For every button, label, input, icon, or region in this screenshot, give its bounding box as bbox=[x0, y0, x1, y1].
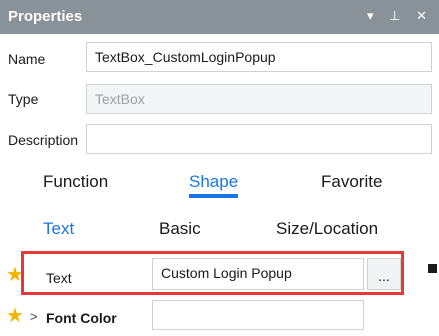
panel-controls-icons[interactable]: ▾ ⊥ ✕ bbox=[367, 8, 433, 23]
highlight-box bbox=[21, 251, 404, 295]
tab-size-location-label: Size/Location bbox=[276, 219, 379, 238]
expand-chevron-icon[interactable]: > bbox=[30, 309, 38, 324]
tab-function[interactable]: Function bbox=[43, 172, 108, 192]
font-color-label: Font Color bbox=[46, 310, 117, 326]
tab-favorite[interactable]: Favorite bbox=[321, 172, 382, 192]
tab-basic-label: Basic bbox=[159, 219, 201, 238]
properties-titlebar: Properties ▾ ⊥ ✕ bbox=[0, 0, 439, 34]
tab-shape-label: Shape bbox=[189, 172, 239, 191]
secondary-tabs: Text Basic Size/Location bbox=[0, 219, 439, 249]
favorite-star-icon-2[interactable]: ★ bbox=[6, 303, 24, 328]
tab-basic[interactable]: Basic bbox=[159, 219, 201, 239]
tab-text[interactable]: Text bbox=[43, 219, 74, 239]
tab-shape[interactable]: Shape bbox=[189, 172, 239, 198]
name-field[interactable]: TextBox_CustomLoginPopup bbox=[86, 42, 432, 72]
primary-tabs: Function Shape Favorite bbox=[0, 172, 439, 204]
tab-favorite-label: Favorite bbox=[321, 172, 383, 191]
panel-controls[interactable]: ▾ ⊥ ✕ bbox=[367, 8, 433, 24]
name-label: Name bbox=[8, 51, 46, 67]
type-label: Type bbox=[8, 91, 39, 107]
name-value: TextBox_CustomLoginPopup bbox=[95, 49, 276, 65]
tab-size-location[interactable]: Size/Location bbox=[276, 219, 378, 239]
description-field[interactable] bbox=[86, 124, 432, 154]
tab-text-label: Text bbox=[43, 219, 75, 238]
description-label: Description bbox=[8, 132, 79, 148]
panel-title: Properties bbox=[8, 8, 83, 25]
tab-shape-underline bbox=[189, 194, 239, 198]
tab-function-label: Function bbox=[43, 172, 109, 191]
type-value: TextBox bbox=[95, 91, 145, 107]
font-color-input[interactable] bbox=[152, 300, 364, 330]
type-field: TextBox bbox=[86, 84, 432, 114]
side-marker-icon bbox=[428, 264, 437, 273]
